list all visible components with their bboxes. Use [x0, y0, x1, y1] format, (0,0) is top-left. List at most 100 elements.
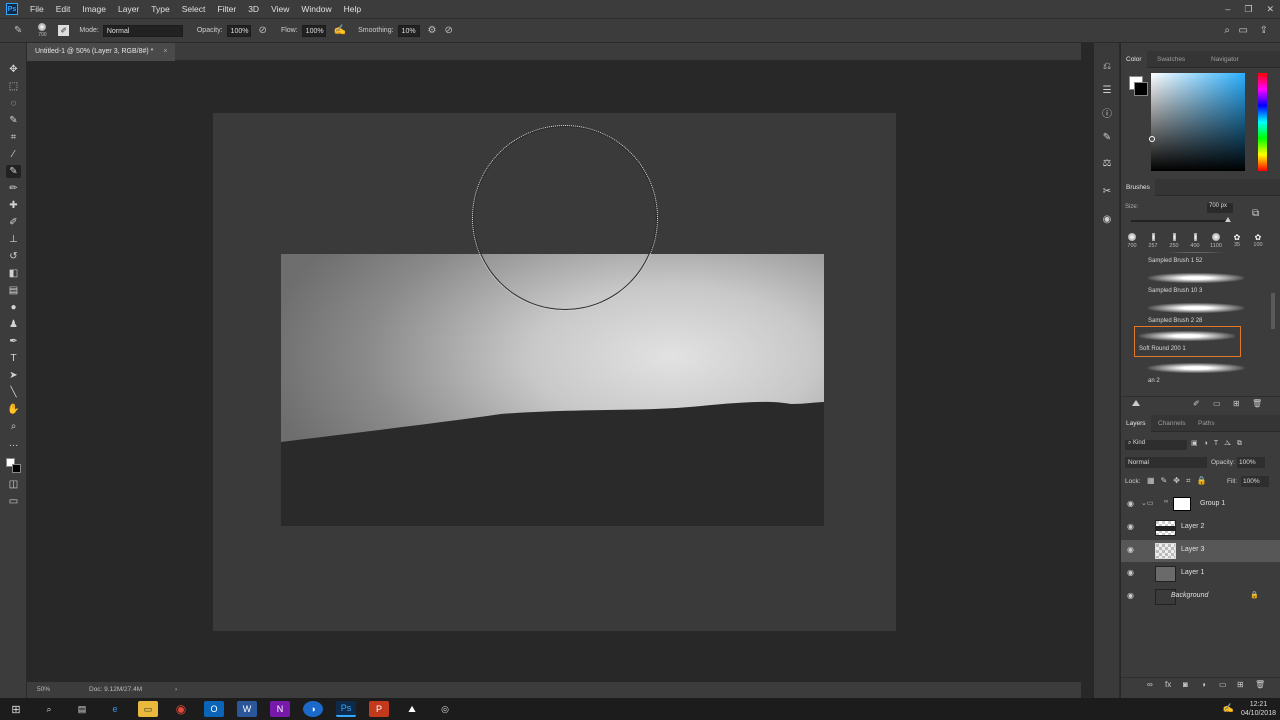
search-icon[interactable]: ⌕ [1224, 25, 1230, 36]
tab-layers[interactable]: Layers [1121, 415, 1151, 432]
tab-channels[interactable]: Channels [1153, 415, 1190, 432]
tab-paths[interactable]: Paths [1193, 415, 1220, 432]
menu-filter[interactable]: Filter [211, 0, 242, 18]
windows-icon[interactable]: ⊞ [6, 701, 26, 717]
new-layer-icon[interactable]: ⊞ [1237, 680, 1244, 689]
brush-preset-4[interactable]: 400 [1186, 233, 1204, 249]
eye-icon[interactable]: ◉ [1127, 499, 1134, 508]
layer-row-group-1[interactable]: ◉ ⌄▭ ∞ Group 1 [1121, 494, 1280, 516]
lock-icons[interactable]: ▦✎✥⌗🔒 [1147, 476, 1212, 486]
layer-thumbnail[interactable] [1155, 543, 1176, 559]
opacity-input[interactable]: 100% [226, 24, 251, 37]
color-field[interactable] [1151, 73, 1245, 171]
clone-stamp-tool-icon[interactable]: ⊥ [6, 233, 21, 246]
pressure-size-icon[interactable]: ⊘ [445, 25, 453, 36]
brush-list-scrollbar[interactable] [1271, 293, 1275, 329]
toggle-brush-settings-icon[interactable]: ✐ [1193, 399, 1200, 408]
brush-settings-icon[interactable]: ✎ [1100, 132, 1114, 146]
new-group-icon[interactable]: ▭ [1213, 399, 1221, 408]
tab-swatches[interactable]: Swatches [1152, 51, 1190, 68]
brush-preset-picker[interactable]: 700 [32, 22, 52, 39]
menu-3d[interactable]: 3D [242, 0, 265, 18]
dodge-tool-icon[interactable]: ♟ [6, 318, 21, 331]
flow-input[interactable]: 100% [301, 24, 326, 37]
zoom-tool-icon[interactable]: ⌕ [6, 420, 21, 433]
tab-brushes[interactable]: Brushes [1121, 179, 1155, 196]
eraser-tool-icon[interactable]: ◧ [6, 267, 21, 280]
system-clock[interactable]: 12:21 04/10/2018 [1241, 700, 1276, 718]
brush-tool-icon[interactable]: ✎ [6, 165, 21, 178]
hue-slider[interactable] [1258, 73, 1267, 171]
adjustment-layer-icon[interactable]: ◑ [1201, 680, 1206, 689]
photos-icon[interactable]: ⛰ [402, 701, 422, 717]
gear-icon[interactable]: ⚙ [428, 25, 437, 36]
info-panel-icon[interactable]: ⓘ [1100, 105, 1114, 120]
layer-filter-select[interactable]: ⌕ Kind [1125, 440, 1187, 450]
file-explorer-icon[interactable]: ▭ [138, 701, 158, 717]
properties-panel-icon[interactable]: ☰ [1100, 85, 1114, 99]
menu-type[interactable]: Type [145, 0, 175, 18]
brush-list-item-selected[interactable]: Soft Round 200 1 [1134, 326, 1241, 357]
brush-size-slider[interactable] [1131, 220, 1231, 222]
eye-icon[interactable]: ◉ [1127, 568, 1134, 577]
path-select-tool-icon[interactable]: ➤ [6, 369, 21, 382]
background-color-swatch[interactable] [12, 464, 21, 473]
move-tool-icon[interactable]: ✥ [6, 63, 21, 76]
color-swatches-icon[interactable] [6, 458, 22, 474]
powerpoint-icon[interactable]: P [369, 701, 389, 717]
more-tools-icon[interactable]: … [6, 437, 21, 450]
lasso-tool-icon[interactable]: ◌ [6, 97, 21, 110]
tool-presets-icon[interactable]: ✂ [1100, 186, 1114, 200]
eye-icon[interactable]: ◉ [1127, 545, 1134, 554]
share-icon[interactable]: ⇪ [1260, 25, 1268, 36]
history-brush-tool-icon[interactable]: ↺ [6, 250, 21, 263]
mode-select[interactable]: Normal [102, 24, 183, 37]
layer-row-layer-3[interactable]: ◉ Layer 3 [1121, 540, 1280, 562]
layer-row-layer-2[interactable]: ◉ Layer 2 [1121, 517, 1280, 539]
eye-icon[interactable]: ◉ [1127, 591, 1134, 600]
menu-layer[interactable]: Layer [112, 0, 145, 18]
menu-help[interactable]: Help [338, 0, 367, 18]
brush-list-item[interactable]: an 2 [1144, 359, 1245, 389]
brush-list-item[interactable]: Sampled Brush 1 52 [1144, 252, 1245, 269]
brush-preset-1[interactable]: 700 [1123, 233, 1141, 249]
color-picker-marker[interactable] [1149, 136, 1155, 142]
new-group-icon[interactable]: ▭ [1219, 680, 1227, 689]
brush-preset-2[interactable]: 257 [1144, 233, 1162, 249]
pen-tool-icon[interactable]: ✒ [6, 335, 21, 348]
layer-opacity-input[interactable]: 100% [1237, 457, 1265, 468]
brush-preset-3[interactable]: 250 [1165, 233, 1183, 249]
background-color-chip[interactable] [1134, 82, 1148, 96]
eyedropper-tool-icon[interactable]: ⁄ [6, 148, 21, 161]
pencil-tool-icon[interactable]: ✏ [6, 182, 21, 195]
layer-style-icon[interactable]: fx [1165, 680, 1171, 689]
link-layers-icon[interactable]: ∞ [1147, 680, 1153, 689]
minimize-icon[interactable]: – [1225, 4, 1230, 14]
toggle-brush-panel-icon[interactable]: ✐ [58, 25, 70, 36]
gradient-tool-icon[interactable]: ▤ [6, 284, 21, 297]
chrome-icon[interactable]: ◉ [171, 701, 191, 717]
adjustments-panel-icon[interactable]: ⚖ [1100, 158, 1114, 172]
brush-size-input[interactable]: 700 px [1207, 203, 1233, 213]
add-mask-icon[interactable]: ◙ [1183, 680, 1188, 689]
pen-workspace-icon[interactable]: ✍ [1223, 703, 1234, 714]
close-icon[interactable]: ✕ [1266, 4, 1274, 15]
brush-tool-icon[interactable]: ✎ [14, 25, 22, 36]
zoom-level[interactable]: 50% [37, 682, 50, 698]
crop-tool-icon[interactable]: ⌗ [6, 131, 21, 144]
shape-tool-icon[interactable]: ╲ [6, 386, 21, 399]
delete-layer-icon[interactable]: 🗑 [1255, 680, 1265, 689]
folder-icon[interactable]: ⌄▭ [1141, 499, 1153, 507]
search-icon[interactable]: ⌕ [39, 701, 59, 717]
airbrush-icon[interactable]: ✍ [334, 25, 346, 36]
brush-list-item[interactable]: Sampled Brush 2 28 [1144, 299, 1245, 329]
photoshop-icon[interactable]: Ps [336, 701, 356, 717]
eye-icon[interactable]: ◉ [1127, 522, 1134, 531]
brush-list-item[interactable]: Sampled Brush 10 3 [1144, 269, 1245, 299]
quick-mask-icon[interactable]: ◫ [6, 478, 21, 491]
workspace-icon[interactable]: ▭ [1239, 25, 1248, 36]
whiteboard-icon[interactable]: ◑ [303, 701, 323, 717]
pressure-opacity-icon[interactable]: ⊘ [259, 25, 267, 36]
mixer-brush-tool-icon[interactable]: ✐ [6, 216, 21, 229]
close-tab-icon[interactable]: × [163, 48, 167, 55]
